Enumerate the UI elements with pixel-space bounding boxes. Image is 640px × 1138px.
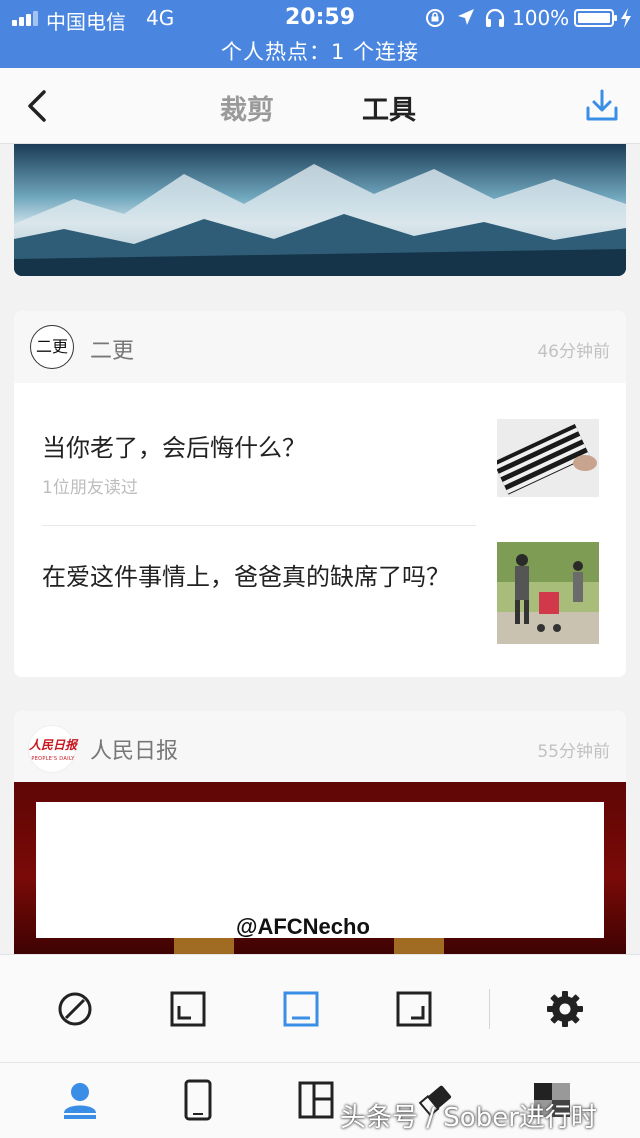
phone-icon[interactable]: [178, 1079, 218, 1121]
author-name[interactable]: 二更: [90, 333, 134, 365]
corner-bottom-left-icon[interactable]: [168, 989, 208, 1029]
author-name[interactable]: 人民日报: [90, 733, 178, 765]
mountain-image[interactable]: [14, 144, 626, 276]
settings-gear-icon[interactable]: [545, 989, 585, 1029]
location-icon: [458, 9, 474, 25]
corner-bottom-right-icon[interactable]: [394, 989, 434, 1029]
battery-percent: 100%: [512, 6, 570, 30]
article-meta: 1位朋友读过: [42, 478, 138, 498]
tool-divider: [489, 989, 490, 1029]
avatar[interactable]: 二更: [30, 325, 74, 369]
card-header: 人民日报 PEOPLE'S DAILY 人民日报 55分钟前: [14, 711, 626, 783]
no-border-icon[interactable]: [55, 989, 95, 1029]
back-chevron-icon[interactable]: [22, 88, 52, 124]
divider: [42, 525, 476, 526]
credit-watermark: 头条号 / Sober进行时: [340, 1103, 597, 1133]
article-thumbnail[interactable]: [497, 419, 599, 497]
timestamp: 55分钟前: [537, 742, 610, 762]
layout-icon[interactable]: [296, 1079, 336, 1121]
logo-text: 人民日报: [29, 738, 78, 752]
charging-icon: [621, 8, 631, 28]
card-header: 二更 二更 46分钟前: [14, 311, 626, 383]
download-icon[interactable]: [584, 88, 620, 124]
status-icons: [424, 7, 520, 29]
avatar[interactable]: 人民日报 PEOPLE'S DAILY: [28, 725, 78, 773]
article-title[interactable]: 当你老了，会后悔什么？: [42, 431, 482, 465]
feed-card-ergeng[interactable]: 二更 二更 46分钟前 当你老了，会后悔什么？ 1位朋友读过 在爱这件事情上，爸…: [14, 311, 626, 677]
tab-crop[interactable]: 裁剪: [220, 88, 274, 127]
rotation-lock-icon: [426, 9, 444, 27]
tool-row: [0, 954, 640, 1062]
tab-tools[interactable]: 工具: [362, 88, 416, 127]
article-thumbnail[interactable]: [497, 542, 599, 644]
status-bar: 中国电信 4G 20:59 100% 个人热点：1 个连接: [0, 0, 640, 68]
person-icon[interactable]: [60, 1079, 100, 1121]
status-row: 中国电信 4G 20:59 100%: [0, 0, 640, 36]
edge-bottom-icon[interactable]: [281, 989, 321, 1029]
bottom-bar: 头条号 / Sober进行时: [0, 1062, 640, 1138]
watermark: @AFCNecho: [236, 914, 370, 939]
battery-icon: [574, 9, 617, 27]
article-title[interactable]: 在爱这件事情上，爸爸真的缺席了吗？: [42, 560, 482, 594]
logo-subtext: PEOPLE'S DAILY: [31, 756, 75, 762]
timestamp: 46分钟前: [537, 342, 610, 362]
nav-bar: 裁剪 工具: [0, 68, 640, 144]
headphones-icon: [485, 8, 505, 27]
hotspot-banner[interactable]: 个人热点：1 个连接: [0, 36, 640, 66]
